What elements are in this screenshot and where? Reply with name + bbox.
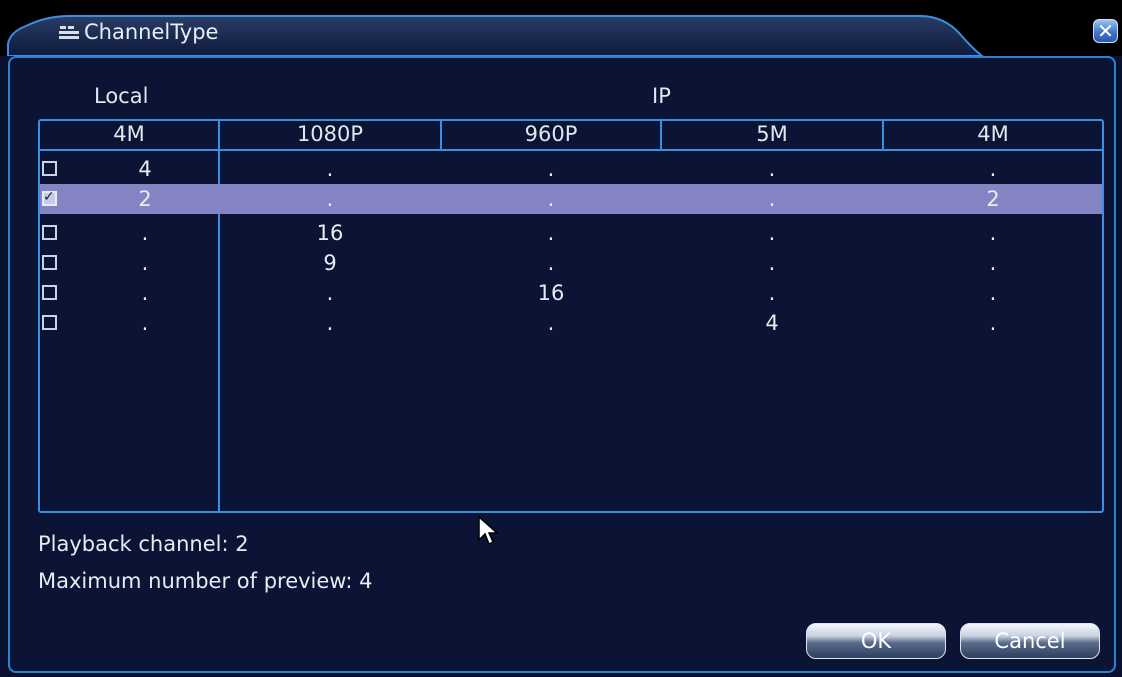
column-header-5m: 5M <box>756 122 788 146</box>
table-row[interactable]: . . 16 . . <box>40 278 1102 308</box>
row-checkbox[interactable] <box>42 225 57 240</box>
column-header-ip-4m: 4M <box>977 122 1009 146</box>
cell-local-4m: . <box>141 281 149 305</box>
cell-960p: 16 <box>537 281 565 305</box>
cell-960p: . <box>547 187 555 211</box>
cell-960p: . <box>547 221 555 245</box>
column-header-local-4m: 4M <box>113 122 145 146</box>
mouse-cursor-icon <box>478 516 498 546</box>
close-icon: ✕ <box>1097 19 1114 43</box>
close-button[interactable]: ✕ <box>1093 19 1118 43</box>
row-checkbox-checked[interactable]: ✓ <box>42 189 57 206</box>
cell-1080p: . <box>326 281 334 305</box>
header-divider <box>38 149 1104 151</box>
window-title: ChannelType <box>84 20 219 44</box>
cancel-button[interactable]: Cancel <box>960 623 1100 659</box>
ok-button-label: OK <box>860 629 892 653</box>
cell-ip-4m: 2 <box>986 187 1000 211</box>
cell-5m: . <box>768 221 776 245</box>
channel-type-dialog: ChannelType ✕ Local IP 4M 1080P 960P 5M … <box>0 0 1122 677</box>
row-checkbox[interactable] <box>42 161 57 176</box>
max-preview-text: Maximum number of preview: 4 <box>38 569 373 593</box>
cell-1080p: 16 <box>316 221 344 245</box>
table-row[interactable]: . . . 4 . <box>40 308 1102 338</box>
cell-5m: . <box>768 157 776 181</box>
ok-button[interactable]: OK <box>806 623 946 659</box>
table-row-selected[interactable]: ✓ 2 . . . 2 <box>40 184 1102 214</box>
cell-5m: 4 <box>765 311 779 335</box>
cancel-button-label: Cancel <box>994 629 1066 653</box>
row-checkbox[interactable] <box>42 315 57 330</box>
cell-1080p: . <box>326 311 334 335</box>
cell-local-4m: 2 <box>138 187 152 211</box>
cell-960p: . <box>547 157 555 181</box>
table-row[interactable]: . 16 . . . <box>40 218 1102 248</box>
column-header-1080p: 1080P <box>296 122 364 146</box>
cell-ip-4m: . <box>989 251 997 275</box>
cell-local-4m: 4 <box>138 157 152 181</box>
table-row[interactable]: . 9 . . . <box>40 248 1102 278</box>
cell-960p: . <box>547 311 555 335</box>
cell-1080p: . <box>326 187 334 211</box>
cell-1080p: . <box>326 157 334 181</box>
cell-local-4m: . <box>141 251 149 275</box>
cell-local-4m: . <box>141 221 149 245</box>
column-header-960p: 960P <box>524 122 578 146</box>
channel-icon <box>59 26 79 39</box>
group-label-ip: IP <box>652 84 671 108</box>
cell-ip-4m: . <box>989 221 997 245</box>
group-label-local: Local <box>94 84 149 108</box>
cell-1080p: 9 <box>323 251 337 275</box>
row-checkbox[interactable] <box>42 255 57 270</box>
row-checkbox[interactable] <box>42 285 57 300</box>
cell-5m: . <box>768 187 776 211</box>
cell-960p: . <box>547 251 555 275</box>
cell-5m: . <box>768 251 776 275</box>
cell-local-4m: . <box>141 311 149 335</box>
checkmark-icon: ✓ <box>43 189 55 205</box>
cell-5m: . <box>768 281 776 305</box>
cell-ip-4m: . <box>989 281 997 305</box>
cell-ip-4m: . <box>989 157 997 181</box>
playback-channel-text: Playback channel: 2 <box>38 532 249 556</box>
title-bar: ChannelType ✕ <box>0 0 1122 56</box>
table-row[interactable]: 4 . . . . <box>40 154 1102 184</box>
cell-ip-4m: . <box>989 311 997 335</box>
